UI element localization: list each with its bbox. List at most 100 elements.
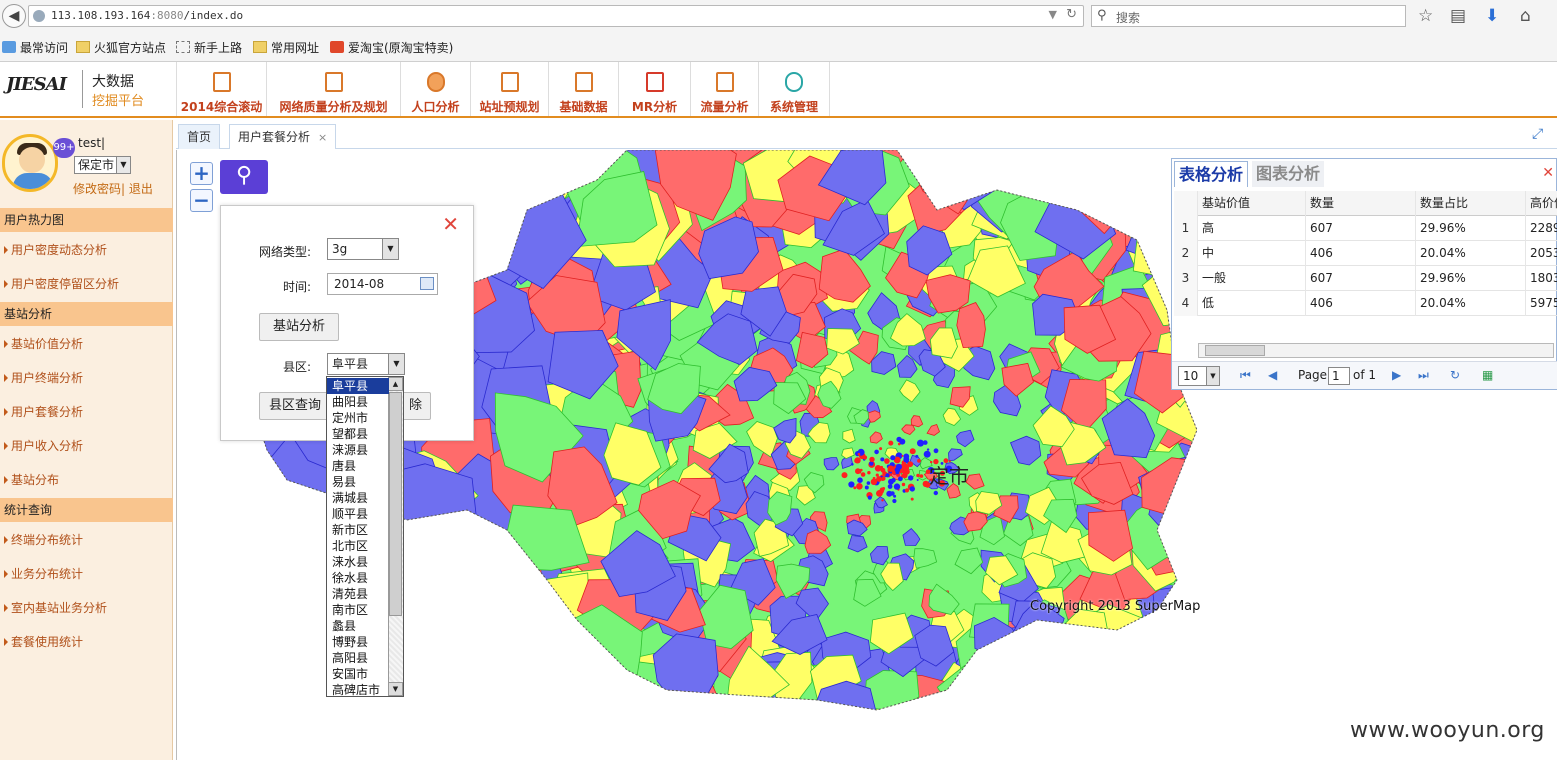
next-page-icon[interactable]: ▶: [1392, 368, 1401, 382]
nav-mr-analysis[interactable]: MR分析: [618, 62, 690, 116]
county-option[interactable]: 高阳县: [327, 650, 389, 666]
column-header[interactable]: 数量占比: [1416, 191, 1526, 216]
county-option[interactable]: 北市区: [327, 538, 389, 554]
tab-package-analysis[interactable]: 用户套餐分析 ×: [229, 124, 337, 149]
sidebar-item-service-stats[interactable]: 业务分布统计: [0, 557, 173, 591]
county-option[interactable]: 安国市: [327, 666, 389, 682]
county-query-button[interactable]: 县区查询: [259, 392, 331, 420]
county-option[interactable]: 徐水县: [327, 570, 389, 586]
scroll-down-icon[interactable]: ▼: [388, 682, 403, 696]
table-row[interactable]: 3 一般 607 29.96% 1803: [1174, 266, 1557, 291]
tab-home[interactable]: 首页: [178, 124, 221, 149]
station-analysis-button[interactable]: 基站分析: [259, 313, 339, 341]
tab-table-analysis[interactable]: 表格分析: [1174, 161, 1249, 187]
sidebar-item-indoor-station[interactable]: 室内基站业务分析: [0, 591, 173, 625]
section-user-heatmap[interactable]: 用户热力图: [0, 208, 173, 232]
network-type-select[interactable]: 3g ▼: [327, 238, 399, 260]
reload-icon[interactable]: ↻: [1066, 7, 1077, 22]
map-cluster-dot: [851, 463, 854, 466]
nav-network-quality[interactable]: 网络质量分析及规划: [266, 62, 400, 116]
page-number-input[interactable]: 1: [1328, 367, 1350, 385]
county-option[interactable]: 高碑店市: [327, 682, 389, 698]
county-select[interactable]: 阜平县 ▼: [327, 353, 405, 375]
bookmark-getting-started[interactable]: 新手上路: [176, 39, 242, 57]
dropdown-scroll-thumb[interactable]: [389, 392, 402, 616]
map-search-button[interactable]: ⚲: [220, 160, 268, 194]
county-option[interactable]: 蠡县: [327, 618, 389, 634]
county-option[interactable]: 望都县: [327, 426, 389, 442]
section-statistics[interactable]: 统计查询: [0, 498, 173, 522]
sidebar-item-station-distribution[interactable]: 基站分布: [0, 463, 173, 497]
close-icon[interactable]: ×: [318, 131, 327, 144]
county-option[interactable]: 满城县: [327, 490, 389, 506]
sidebar-item-density-stay[interactable]: 用户密度停留区分析: [0, 267, 173, 301]
download-icon[interactable]: ⬇: [1485, 6, 1499, 26]
city-select[interactable]: 保定市 ▼: [74, 156, 131, 174]
nav-population[interactable]: 人口分析: [400, 62, 470, 116]
refresh-icon[interactable]: ↻: [1450, 368, 1460, 382]
county-option[interactable]: 南市区: [327, 602, 389, 618]
sidebar-item-income[interactable]: 用户收入分析: [0, 429, 173, 463]
close-icon[interactable]: ✕: [1542, 165, 1554, 181]
last-page-icon[interactable]: ⏭: [1418, 368, 1429, 383]
county-option[interactable]: 博野县: [327, 634, 389, 650]
page-size-select[interactable]: 10 ▼: [1178, 366, 1220, 386]
nav-basic-data[interactable]: 基础数据: [548, 62, 618, 116]
bookmark-firefox-official[interactable]: 火狐官方站点: [76, 39, 166, 57]
table-horizontal-scrollbar[interactable]: [1198, 343, 1554, 358]
county-option[interactable]: 定州市: [327, 410, 389, 426]
logout-link[interactable]: 退出: [125, 182, 153, 196]
reading-list-icon[interactable]: ▤: [1450, 6, 1466, 26]
export-icon[interactable]: ▦: [1482, 368, 1493, 382]
scroll-thumb[interactable]: [1205, 345, 1265, 356]
nav-system[interactable]: 系统管理: [758, 62, 830, 116]
history-dropdown-icon[interactable]: ▼: [1049, 8, 1057, 21]
notification-badge[interactable]: 99+: [53, 138, 75, 158]
county-option[interactable]: 顺平县: [327, 506, 389, 522]
bookmark-most-visited[interactable]: 最常访问: [2, 39, 68, 57]
bookmark-star-icon[interactable]: ☆: [1418, 6, 1433, 26]
section-station-analysis[interactable]: 基站分析: [0, 302, 173, 326]
back-button[interactable]: ◀: [2, 4, 26, 28]
table-row[interactable]: 1 高 607 29.96% 2289: [1174, 216, 1557, 241]
column-header[interactable]: 高价值: [1526, 191, 1557, 216]
first-page-icon[interactable]: ⏮: [1240, 368, 1251, 383]
county-option[interactable]: 清苑县: [327, 586, 389, 602]
sidebar-item-terminal-stats[interactable]: 终端分布统计: [0, 523, 173, 557]
prev-page-icon[interactable]: ◀: [1268, 368, 1277, 382]
browser-search-input[interactable]: ⚲ 搜索: [1091, 5, 1406, 27]
nav-traffic[interactable]: 流量分析: [690, 62, 758, 116]
county-dropdown-list[interactable]: ▲ ▼ 阜平县 曲阳县 定州市 望都县 涞源县 唐县 易县 满城县 顺平县 新市区 北市区 涞水县 徐水…: [326, 376, 404, 697]
county-option[interactable]: 涞水县: [327, 554, 389, 570]
table-row[interactable]: 2 中 406 20.04% 2053: [1174, 241, 1557, 266]
zoom-out-button[interactable]: −: [190, 189, 213, 212]
county-option[interactable]: 涞源县: [327, 442, 389, 458]
change-password-link[interactable]: 修改密码: [73, 182, 121, 196]
calendar-icon[interactable]: [420, 277, 434, 290]
close-icon[interactable]: ✕: [442, 212, 459, 236]
table-row[interactable]: 4 低 406 20.04% 5975: [1174, 291, 1557, 316]
county-option[interactable]: 易县: [327, 474, 389, 490]
column-header[interactable]: 基站价值: [1198, 191, 1306, 216]
sidebar-item-station-value[interactable]: 基站价值分析: [0, 327, 173, 361]
time-input[interactable]: 2014-08: [327, 273, 438, 295]
sidebar-item-package[interactable]: 用户套餐分析: [0, 395, 173, 429]
sidebar-item-terminal[interactable]: 用户终端分析: [0, 361, 173, 395]
bookmark-common-sites[interactable]: 常用网址: [253, 39, 319, 57]
county-option[interactable]: 唐县: [327, 458, 389, 474]
sidebar-item-density-dynamic[interactable]: 用户密度动态分析: [0, 233, 173, 267]
nav-site-planning[interactable]: 站址预规划: [470, 62, 548, 116]
column-header[interactable]: 数量: [1306, 191, 1416, 216]
tab-chart-analysis[interactable]: 图表分析: [1252, 161, 1325, 187]
zoom-in-button[interactable]: +: [190, 162, 213, 185]
sidebar-item-package-usage[interactable]: 套餐使用统计: [0, 625, 173, 659]
county-option[interactable]: 阜平县: [327, 378, 389, 394]
county-option[interactable]: 曲阳县: [327, 394, 389, 410]
address-bar[interactable]: 113.108.193.164:8080/index.do ▼ ↻: [28, 5, 1084, 27]
home-icon[interactable]: ⌂: [1520, 6, 1531, 26]
scroll-up-icon[interactable]: ▲: [388, 377, 403, 391]
county-option[interactable]: 新市区: [327, 522, 389, 538]
fullscreen-icon[interactable]: ⤢: [1532, 126, 1548, 142]
bookmark-aitaobao[interactable]: 爱淘宝(原淘宝特卖): [330, 39, 453, 57]
nav-comprehensive[interactable]: 2014综合滚动: [176, 62, 266, 116]
